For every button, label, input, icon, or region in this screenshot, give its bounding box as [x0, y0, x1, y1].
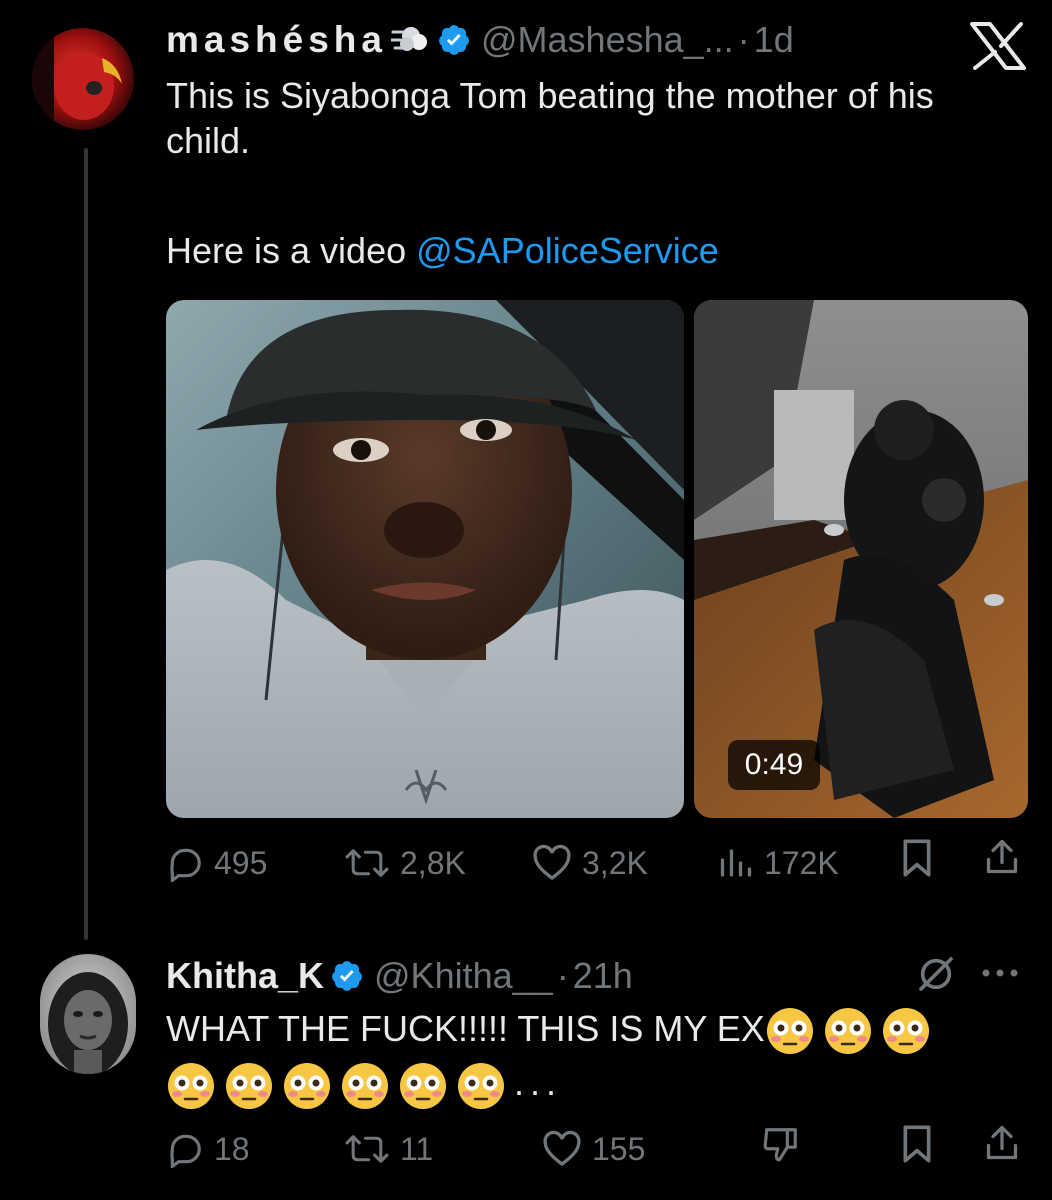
like-button[interactable]: 3,2K	[532, 838, 648, 888]
verified-badge-icon[interactable]	[330, 959, 364, 993]
tweet-text-line2: Here is a video @SAPoliceService	[166, 228, 1006, 273]
share-icon	[986, 839, 1018, 874]
bookmark-icon	[903, 839, 931, 877]
handle[interactable]: @Khitha__	[374, 954, 553, 998]
like-icon	[533, 844, 571, 881]
views-icon	[720, 849, 752, 877]
views-button[interactable]: 172K	[718, 838, 839, 888]
avatar-mashesha[interactable]	[32, 28, 134, 130]
dislike-button[interactable]	[762, 1124, 800, 1164]
timestamp[interactable]: 1d	[754, 18, 794, 62]
handle[interactable]: @Mashesha_...	[481, 18, 734, 62]
more-icon[interactable]	[980, 966, 1020, 984]
dash-emoji-icon	[391, 22, 431, 58]
thread-connector-line	[84, 148, 88, 940]
reply-text: WHAT THE FUCK!!!!! THIS IS MY EX ...	[166, 1002, 1006, 1111]
reply-count: 18	[214, 1131, 250, 1167]
reply-icon	[170, 1134, 201, 1168]
flushed-face-emoji	[168, 1062, 214, 1109]
reply-button[interactable]: 495	[166, 838, 267, 888]
media-photo[interactable]	[166, 300, 684, 818]
flushed-face-emoji	[400, 1062, 446, 1109]
repost-icon	[345, 1135, 389, 1163]
like-count: 3,2K	[582, 845, 648, 881]
repost-icon	[345, 849, 389, 877]
video-duration-badge: 0:49	[728, 740, 820, 790]
flushed-face-emoji	[824, 1008, 871, 1055]
bookmark-button[interactable]	[900, 1124, 934, 1164]
flushed-face-emoji	[226, 1062, 272, 1109]
repost-button[interactable]: 2,8K	[344, 838, 466, 888]
reply-count: 495	[214, 845, 268, 881]
flushed-face-emoji	[342, 1062, 388, 1109]
repost-button[interactable]: 11	[344, 1124, 433, 1174]
flushed-face-emoji	[458, 1062, 504, 1109]
display-name[interactable]: Khitha_K	[166, 954, 324, 998]
x-logo-icon[interactable]	[968, 22, 1028, 75]
flushed-face-emoji	[882, 1008, 929, 1055]
mention-link[interactable]: @SAPoliceService	[416, 230, 719, 271]
avatar-khitha[interactable]	[40, 954, 136, 1074]
share-button[interactable]	[984, 1124, 1020, 1164]
emoji-group-1	[765, 1006, 939, 1056]
share-button[interactable]	[984, 838, 1020, 878]
bookmark-button[interactable]	[900, 838, 934, 878]
tweet-reply[interactable]: Khitha_K @Khitha__ · 21h WHAT THE FUCK!!…	[0, 940, 1052, 1200]
like-count: 155	[592, 1131, 646, 1167]
repost-count: 11	[400, 1131, 434, 1167]
flushed-face-emoji	[284, 1062, 330, 1109]
like-icon	[543, 1130, 581, 1167]
reply-text-main: WHAT THE FUCK!!!!! THIS IS MY EX	[166, 1008, 765, 1049]
verified-badge-icon[interactable]	[437, 23, 471, 57]
flushed-face-emoji	[766, 1008, 813, 1055]
dislike-icon	[763, 1128, 797, 1162]
views-count: 172K	[764, 845, 839, 881]
display-name[interactable]: mashésha	[166, 18, 387, 62]
reply-button[interactable]: 18	[166, 1124, 250, 1174]
reply-icon	[170, 848, 201, 882]
emoji-group-2	[166, 1061, 514, 1111]
timestamp[interactable]: 21h	[573, 954, 633, 998]
grok-icon[interactable]	[916, 954, 956, 999]
tweet-text-prefix: Here is a video	[166, 230, 417, 271]
bookmark-icon	[903, 1125, 931, 1163]
tweet-text: This is Siyabonga Tom beating the mother…	[166, 75, 934, 161]
like-button[interactable]: 155	[542, 1124, 645, 1174]
separator-dot: ·	[556, 955, 569, 996]
tweet-original[interactable]: mashésha @Mashesha_... · 1d This is Siya…	[0, 0, 1052, 940]
share-icon	[986, 1125, 1018, 1160]
tweet-actions: 495 2,8K 3,2K 172K	[166, 838, 1026, 888]
separator-dot: ·	[737, 19, 750, 60]
reply-actions: 18 11 155	[166, 1124, 1026, 1174]
reply-trailing: ...	[514, 1062, 563, 1104]
repost-count: 2,8K	[400, 845, 466, 881]
